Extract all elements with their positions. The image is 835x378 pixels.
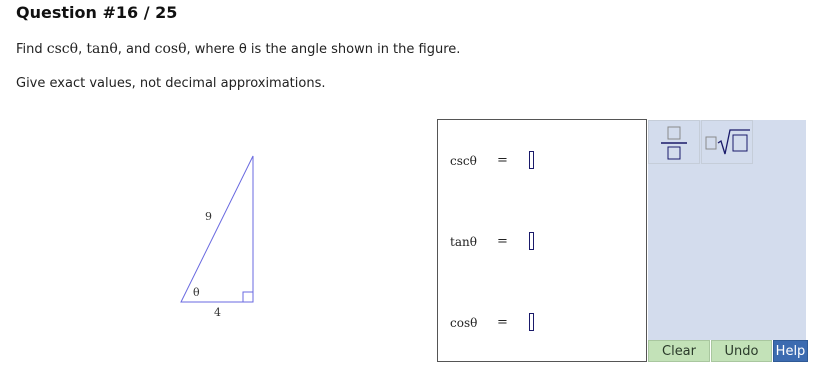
base-label: 4: [214, 306, 221, 319]
answer-label-csc: cscθ: [450, 154, 477, 168]
answer-row-cos: cosθ =: [438, 310, 646, 336]
csc-answer-input[interactable]: [529, 151, 534, 169]
right-triangle: [180, 155, 254, 303]
answer-row-csc: cscθ =: [438, 148, 646, 174]
angle-label: θ: [193, 286, 200, 299]
clear-button[interactable]: Clear: [648, 340, 710, 362]
fraction-icon: [661, 126, 687, 160]
right-angle-marker: [242, 291, 253, 302]
cos-answer-input[interactable]: [529, 313, 534, 331]
undo-button[interactable]: Undo: [711, 340, 772, 362]
sqrt-button[interactable]: [701, 120, 753, 164]
sqrt-icon: [705, 129, 750, 155]
help-button[interactable]: Help: [773, 340, 808, 362]
equals-sign: =: [497, 315, 508, 330]
answer-label-tan: tanθ: [450, 235, 477, 249]
equals-sign: =: [497, 153, 508, 168]
tan-answer-input[interactable]: [529, 232, 534, 250]
fraction-button[interactable]: [648, 120, 700, 164]
hypotenuse-label: 9: [205, 210, 212, 223]
answer-panel: cscθ = tanθ = cosθ =: [437, 119, 647, 362]
answer-label-cos: cosθ: [450, 316, 478, 330]
math-palette: [648, 120, 806, 340]
answer-row-tan: tanθ =: [438, 229, 646, 255]
equals-sign: =: [497, 234, 508, 249]
